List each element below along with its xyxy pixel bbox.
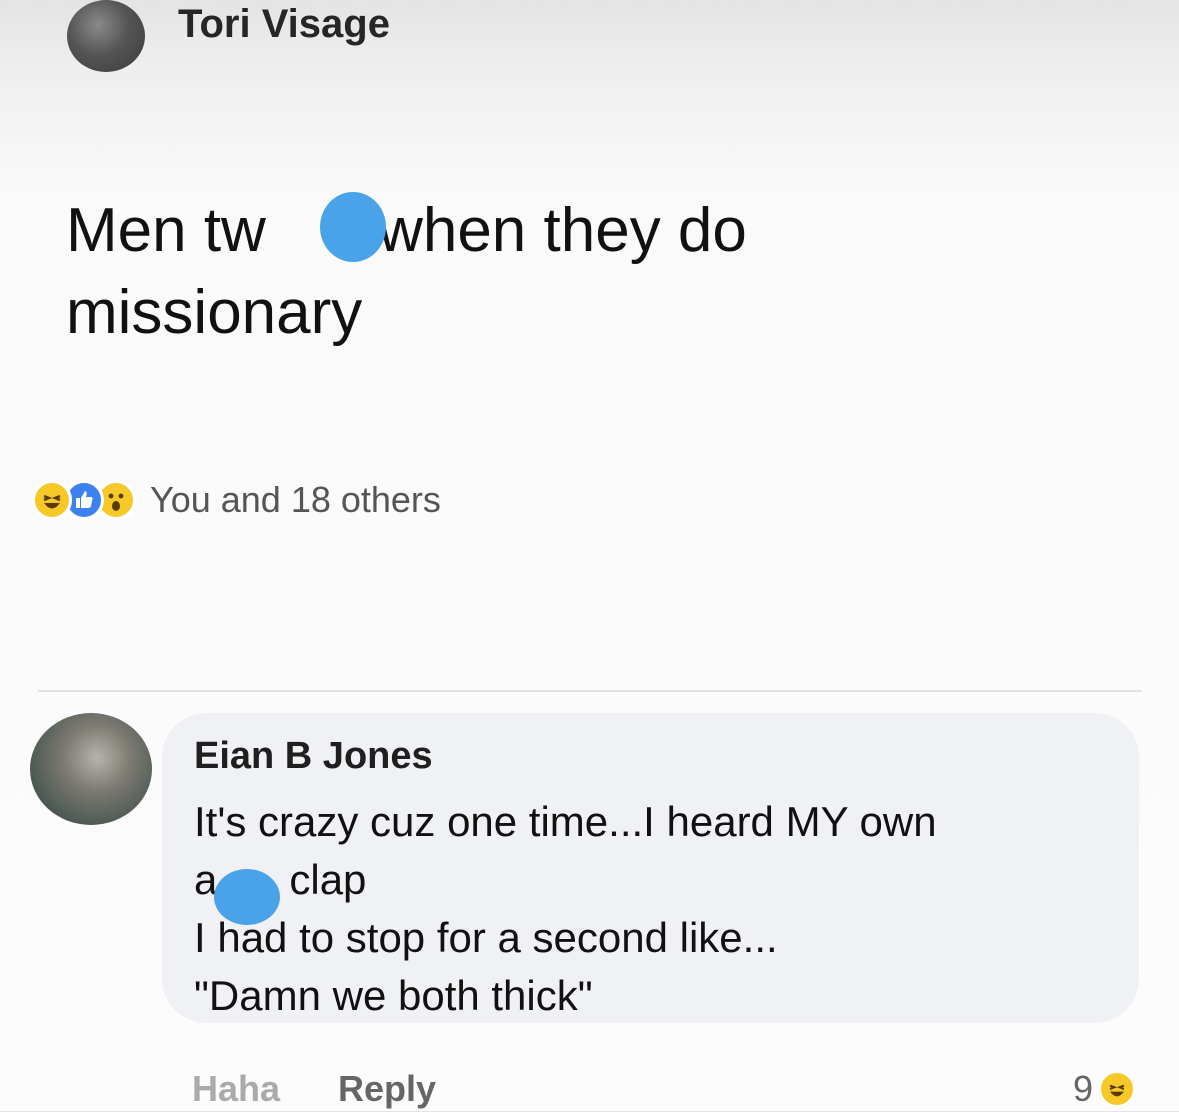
comment-line-4: "Damn we both thick": [194, 972, 593, 1019]
comment-divider: [38, 690, 1142, 692]
post-text-line-2: missionary: [66, 278, 363, 347]
commenter-avatar[interactable]: [30, 713, 152, 825]
post-text: Men tw k when they do missionary: [66, 190, 1066, 354]
comment-text: It's crazy cuz one time...I heard MY own…: [194, 793, 1124, 1025]
haha-icon: [32, 480, 72, 520]
comment-reaction-number: 9: [1072, 1068, 1093, 1109]
reaction-summary-text[interactable]: You and 18 others: [150, 479, 441, 521]
haha-icon: [1099, 1071, 1135, 1107]
comment-line-2: a clap: [194, 851, 1124, 925]
post-text-line-1: Men tw k when they do: [66, 190, 1066, 272]
post-author-name[interactable]: Tori Visage: [178, 2, 390, 47]
redaction-blob: [320, 192, 386, 262]
comment-line-3: I had to stop for a second like...: [194, 914, 778, 961]
comment-reaction-count[interactable]: 9: [1072, 1068, 1135, 1110]
comment-line-1: It's crazy cuz one time...I heard MY own: [194, 798, 937, 845]
author-avatar[interactable]: [67, 0, 145, 72]
comment-actions: Haha Reply: [192, 1066, 436, 1112]
reply-button[interactable]: Reply: [338, 1068, 436, 1110]
comment-author-name[interactable]: Eian B Jones: [194, 735, 433, 778]
reaction-summary[interactable]: You and 18 others: [32, 478, 441, 522]
haha-reaction-button[interactable]: Haha: [192, 1068, 280, 1110]
